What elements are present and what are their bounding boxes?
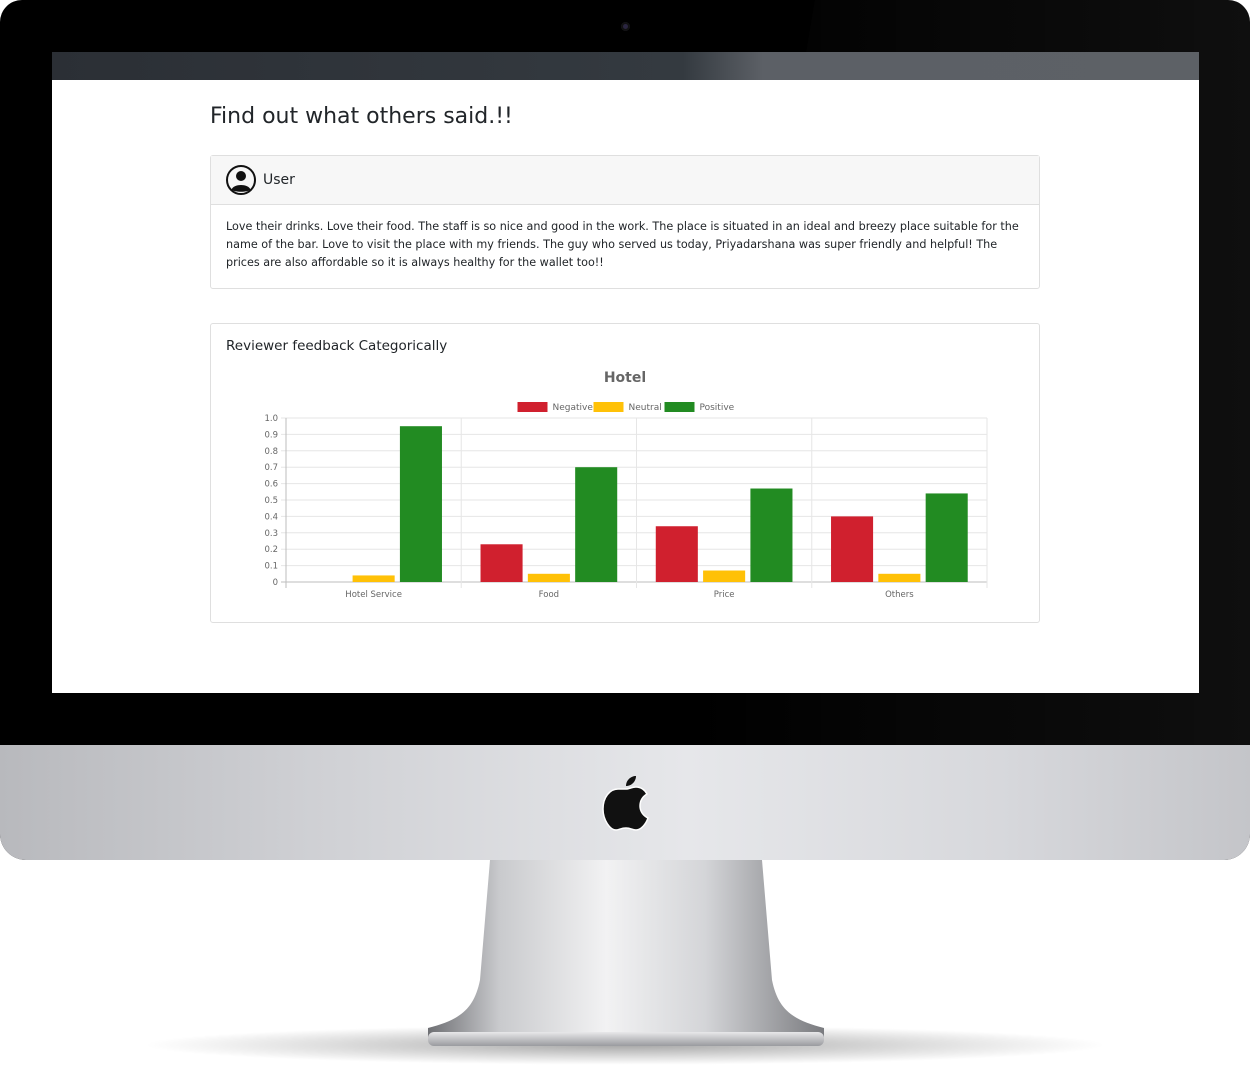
- bar-positive-price: [750, 488, 793, 582]
- bar-positive-food: [575, 467, 618, 582]
- page-title: Find out what others said.!!: [210, 104, 513, 129]
- legend-label-neutral: Neutral: [629, 403, 662, 413]
- y-tick-label: 1.0: [264, 414, 278, 424]
- x-tick-label: Others: [885, 590, 914, 600]
- monitor-frame: Find out what others said.!! User Love t…: [0, 0, 1250, 860]
- y-tick-label: 0.3: [264, 529, 278, 539]
- bar-neutral-food: [527, 573, 570, 582]
- legend-swatch-neutral: [593, 402, 624, 412]
- review-card-header: User: [211, 156, 1039, 205]
- webcam: [621, 22, 630, 31]
- legend-label-negative: Negative: [553, 403, 594, 413]
- bar-negative-others: [831, 516, 874, 582]
- x-tick-label: Food: [539, 590, 559, 600]
- y-tick-label: 0.9: [264, 430, 278, 440]
- review-user-name: User: [263, 172, 295, 188]
- browser-screen: Find out what others said.!! User Love t…: [52, 52, 1199, 693]
- y-tick-label: 0.4: [264, 512, 278, 522]
- y-tick-label: 0.7: [264, 463, 278, 473]
- y-tick-label: 0.6: [264, 480, 278, 490]
- legend-swatch-positive: [664, 402, 695, 412]
- x-tick-label: Price: [714, 590, 735, 600]
- bar-positive-hotel-service: [399, 426, 442, 582]
- y-tick-label: 0: [273, 578, 278, 588]
- apple-logo: [602, 776, 649, 831]
- bar-negative-price: [655, 526, 698, 582]
- y-tick-label: 0.8: [264, 447, 278, 457]
- bar-positive-others: [925, 493, 968, 582]
- y-tick-label: 0.2: [264, 545, 278, 555]
- monitor-chin: [0, 745, 1250, 860]
- x-tick-label: Hotel Service: [345, 590, 402, 600]
- user-circle-icon: [226, 165, 256, 195]
- bar-neutral-others: [878, 573, 921, 582]
- bar-negative-food: [480, 544, 523, 582]
- chart-card: Reviewer feedback Categorically Hotel Neg…: [210, 323, 1040, 623]
- review-card: User Love their drinks. Love their food.…: [210, 155, 1040, 289]
- legend-swatch-negative: [517, 402, 548, 412]
- bar-neutral-hotel-service: [352, 575, 395, 582]
- y-tick-label: 0.1: [264, 562, 278, 572]
- bar-chart: Hotel Negative Neutral Positive 0 0.1 0.2 0.3 0.…: [264, 370, 988, 600]
- chart-title: Hotel: [604, 370, 646, 386]
- y-tick-label: 0.5: [264, 496, 278, 506]
- monitor-stand: [428, 860, 824, 1046]
- review-text: Love their drinks. Love their food. The …: [226, 220, 1019, 269]
- bar-neutral-price: [703, 570, 746, 582]
- navbar: [52, 52, 1199, 80]
- legend-label-positive: Positive: [700, 403, 735, 413]
